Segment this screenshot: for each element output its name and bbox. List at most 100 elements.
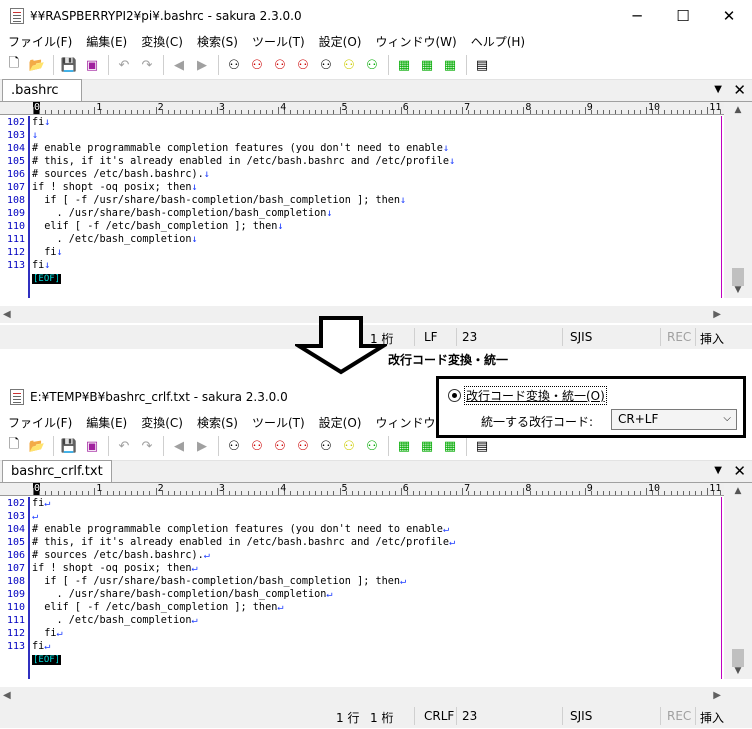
menu-search[interactable]: 検索(S) xyxy=(197,33,238,50)
code-line[interactable]: fi↓ xyxy=(32,246,722,259)
next-bookmark-icon[interactable]: ⚇ xyxy=(362,55,382,75)
scroll-up-icon[interactable]: ▲ xyxy=(724,483,752,499)
line-number[interactable]: 102 xyxy=(0,116,28,129)
menu-edit[interactable]: 編集(E) xyxy=(86,414,127,431)
bookmark-icon[interactable]: ⚇ xyxy=(339,436,359,456)
status-encoding[interactable]: SJIS xyxy=(570,330,592,344)
code-line[interactable]: # sources /etc/bash.bashrc).↓ xyxy=(32,168,722,181)
status-encoding[interactable]: SJIS xyxy=(570,709,592,723)
clear-highlight-icon[interactable]: ⚇ xyxy=(316,55,336,75)
menu-file[interactable]: ファイル(F) xyxy=(8,414,72,431)
line-number[interactable]: 107 xyxy=(0,181,28,194)
status-eol[interactable]: LF xyxy=(424,330,438,344)
search-next-icon[interactable]: ⚇ xyxy=(270,55,290,75)
code-line[interactable]: . /usr/share/bash-completion/bash_comple… xyxy=(32,207,722,220)
grep-icon[interactable]: ▦ xyxy=(394,55,414,75)
new-file-icon[interactable]: 🗋 xyxy=(4,436,24,456)
scroll-left-icon[interactable]: ◀ xyxy=(3,309,11,320)
redo-icon[interactable]: ↷ xyxy=(137,55,157,75)
text-editor[interactable]: 0 1 2 3 4 5 6 7 8 9 10 11 102 103 104 105 106 107 108 109 1… xyxy=(0,483,752,679)
jump-back-icon[interactable]: ◀ xyxy=(169,55,189,75)
close-button[interactable]: ✕ xyxy=(706,0,752,31)
line-number[interactable]: 107 xyxy=(0,562,28,575)
save-icon[interactable]: 💾 xyxy=(59,436,79,456)
code-line[interactable]: # this, if it's already enabled in /etc/… xyxy=(32,155,722,168)
line-number[interactable]: 108 xyxy=(0,194,28,207)
code-line[interactable]: fi↵ xyxy=(32,497,722,510)
line-number[interactable]: 112 xyxy=(0,627,28,640)
eol-unify-radio[interactable] xyxy=(448,389,461,402)
eol-target-select[interactable]: CR+LF ⌵ xyxy=(611,409,737,430)
sakura-app-icon[interactable] xyxy=(10,7,24,24)
column-ruler[interactable]: 0 1 2 3 4 5 6 7 8 9 10 11 xyxy=(0,102,724,115)
column-ruler[interactable]: 0 1 2 3 4 5 6 7 8 9 10 11 xyxy=(0,483,724,496)
menu-help[interactable]: ヘルプ(H) xyxy=(471,33,525,50)
code-line[interactable]: fi↵ xyxy=(32,640,722,653)
code-line[interactable]: . /etc/bash_completion↵ xyxy=(32,614,722,627)
line-number-gutter[interactable]: 102 103 104 105 106 107 108 109 110 111 112 113 xyxy=(0,116,30,298)
undo-icon[interactable]: ↶ xyxy=(114,436,134,456)
scroll-right-icon[interactable]: ▶ xyxy=(713,690,721,701)
scroll-right-icon[interactable]: ▶ xyxy=(713,309,721,320)
tab-close-icon[interactable]: ✕ xyxy=(733,462,746,480)
text-editor[interactable]: 0 1 2 3 4 5 6 7 8 9 10 11 102 103 104 105 106 107 108 109 1… xyxy=(0,102,752,298)
menu-settings[interactable]: 設定(O) xyxy=(319,414,362,431)
next-bookmark-icon[interactable]: ⚇ xyxy=(362,436,382,456)
minimize-button[interactable]: ─ xyxy=(614,0,660,31)
search-next-icon[interactable]: ⚇ xyxy=(270,436,290,456)
menu-search[interactable]: 検索(S) xyxy=(197,414,238,431)
status-insert-mode[interactable]: 挿入 xyxy=(700,709,724,726)
menu-edit[interactable]: 編集(E) xyxy=(86,33,127,50)
tab-list-dropdown-icon[interactable]: ▼ xyxy=(714,84,722,95)
line-number[interactable]: 103 xyxy=(0,129,28,142)
line-number[interactable]: 113 xyxy=(0,259,28,272)
code-line[interactable]: if [ -f /usr/share/bash-completion/bash_… xyxy=(32,575,722,588)
menu-window[interactable]: ウィンドウ(W) xyxy=(375,33,456,50)
eol-unify-label[interactable]: 改行コード変換・統一(O) xyxy=(464,386,607,405)
menu-convert[interactable]: 変換(C) xyxy=(141,33,183,50)
tab-bashrc[interactable]: .bashrc xyxy=(2,79,82,101)
compare-icon[interactable]: ▦ xyxy=(440,436,460,456)
code-line[interactable]: . /usr/share/bash-completion/bash_comple… xyxy=(32,588,722,601)
line-number[interactable]: 106 xyxy=(0,549,28,562)
vertical-scrollbar[interactable]: ▲ ▼ xyxy=(724,102,752,298)
search-prev-icon[interactable]: ⚇ xyxy=(247,55,267,75)
settings-list-icon[interactable]: ▤ xyxy=(472,436,492,456)
clear-highlight-icon[interactable]: ⚇ xyxy=(316,436,336,456)
settings-list-icon[interactable]: ▤ xyxy=(472,55,492,75)
line-number[interactable]: 104 xyxy=(0,142,28,155)
menu-convert[interactable]: 変換(C) xyxy=(141,414,183,431)
menu-tools[interactable]: ツール(T) xyxy=(252,33,305,50)
line-number[interactable]: 113 xyxy=(0,640,28,653)
code-line[interactable]: ↓ xyxy=(32,129,722,142)
line-number[interactable]: 102 xyxy=(0,497,28,510)
tab-close-icon[interactable]: ✕ xyxy=(733,81,746,99)
line-number[interactable]: 109 xyxy=(0,588,28,601)
line-number-gutter[interactable]: 102 103 104 105 106 107 108 109 110 111 112 113 xyxy=(0,497,30,679)
scroll-down-icon[interactable]: ▼ xyxy=(724,282,752,298)
line-number[interactable]: 108 xyxy=(0,575,28,588)
jump-forward-icon[interactable]: ▶ xyxy=(192,436,212,456)
open-folder-icon[interactable]: 📂 xyxy=(27,436,47,456)
line-number[interactable]: 103 xyxy=(0,510,28,523)
line-number[interactable]: 112 xyxy=(0,246,28,259)
save-all-icon[interactable]: ▣ xyxy=(82,436,102,456)
vertical-scrollbar[interactable]: ▲ ▼ xyxy=(724,483,752,679)
compare-icon[interactable]: ▦ xyxy=(440,55,460,75)
redo-icon[interactable]: ↷ xyxy=(137,436,157,456)
code-area[interactable]: fi↓ ↓ # enable programmable completion fea… xyxy=(32,116,722,298)
code-line[interactable]: # this, if it's already enabled in /etc/… xyxy=(32,536,722,549)
new-file-icon[interactable]: 🗋 xyxy=(4,55,24,75)
outline-icon[interactable]: ▦ xyxy=(417,436,437,456)
tab-bashrc-crlf[interactable]: bashrc_crlf.txt xyxy=(2,460,112,482)
jump-forward-icon[interactable]: ▶ xyxy=(192,55,212,75)
scroll-down-icon[interactable]: ▼ xyxy=(724,663,752,679)
code-line[interactable]: elif [ -f /etc/bash_completion ]; then↓ xyxy=(32,220,722,233)
search-prev-icon[interactable]: ⚇ xyxy=(247,436,267,456)
line-number[interactable]: 111 xyxy=(0,233,28,246)
code-line[interactable]: fi↵ xyxy=(32,627,722,640)
line-number[interactable]: 104 xyxy=(0,523,28,536)
jump-back-icon[interactable]: ◀ xyxy=(169,436,189,456)
code-line[interactable]: if ! shopt -oq posix; then↵ xyxy=(32,562,722,575)
line-number[interactable]: 105 xyxy=(0,536,28,549)
